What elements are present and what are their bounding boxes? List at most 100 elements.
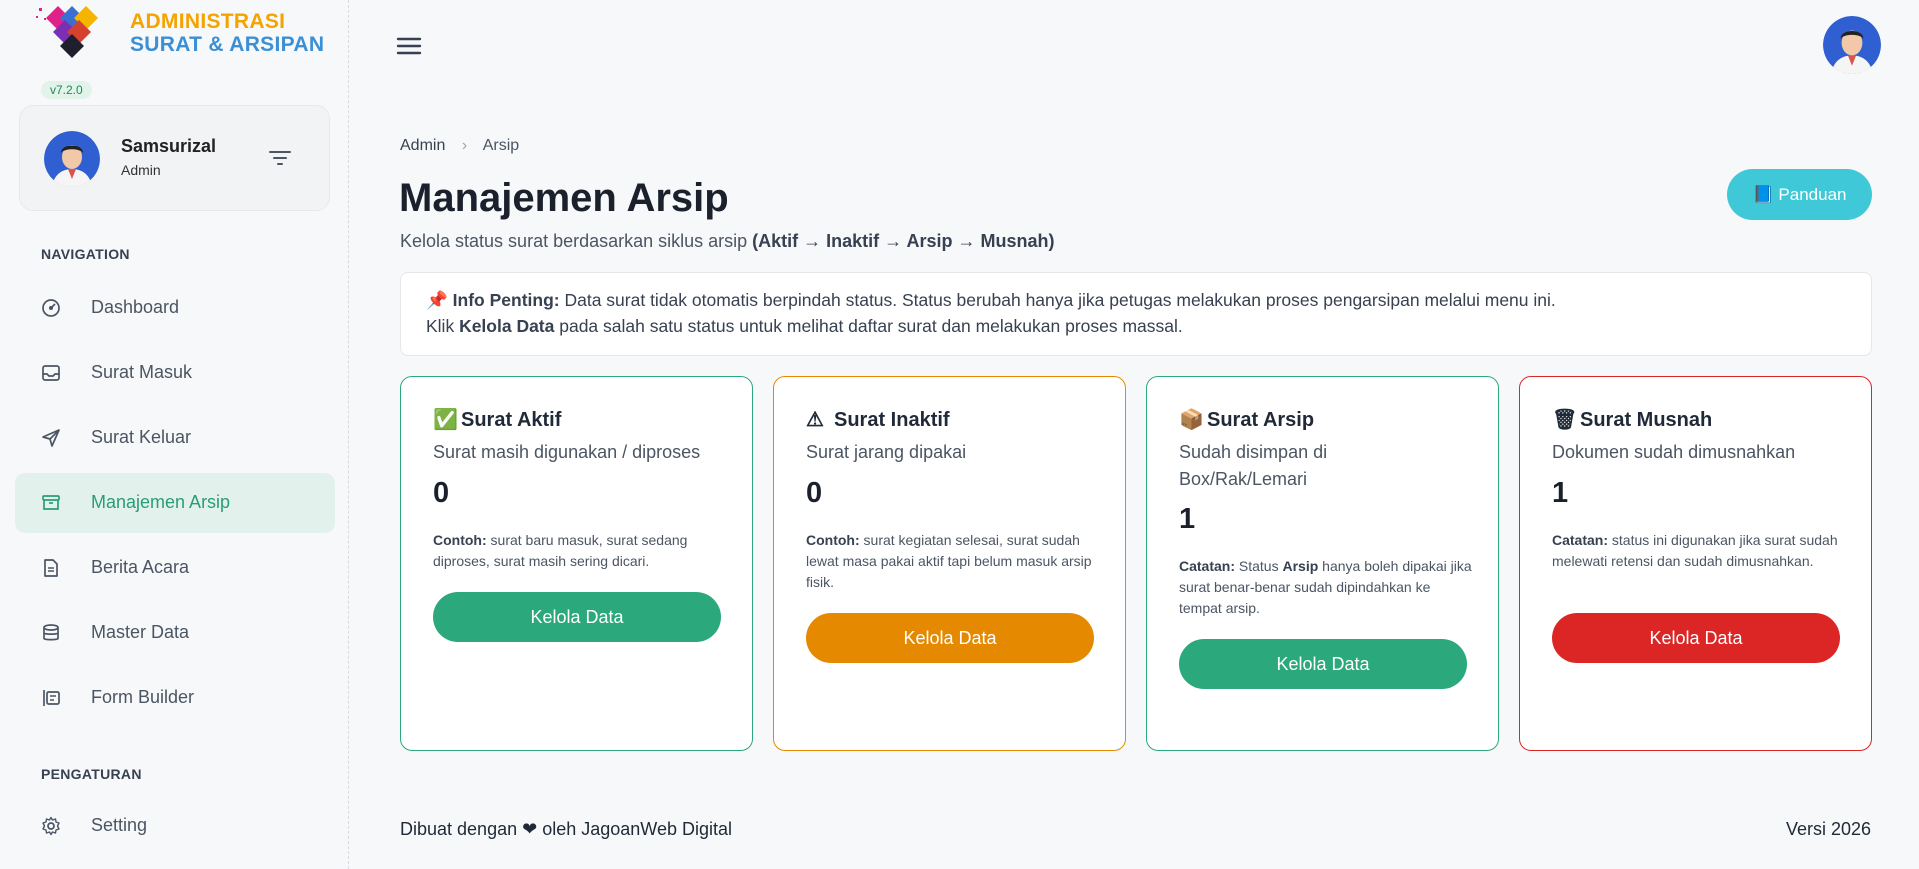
database-icon bbox=[43, 624, 59, 641]
page-title: Manajemen Arsip bbox=[399, 176, 729, 220]
info-line2-bold: Kelola Data bbox=[459, 316, 555, 336]
info-line-1: 📌 Info Penting: Data surat tidak otomati… bbox=[426, 287, 1846, 313]
filter-icon[interactable] bbox=[268, 148, 292, 168]
card-title: ✅ Surat Aktif bbox=[433, 407, 561, 432]
card-count: 0 bbox=[433, 477, 450, 509]
send-icon bbox=[42, 429, 60, 447]
footer-credit: Dibuat dengan ❤ oleh JagoanWeb Digital bbox=[400, 819, 732, 840]
card-count: 1 bbox=[1552, 477, 1569, 509]
note-label: Catatan: bbox=[1179, 558, 1236, 574]
sidebar-item-label: Surat Masuk bbox=[91, 362, 193, 382]
sidebar-item-surat-masuk[interactable]: Surat Masuk bbox=[15, 343, 335, 403]
card-title-text: Surat Inaktif bbox=[834, 409, 950, 431]
form-icon bbox=[43, 690, 60, 706]
avatar[interactable] bbox=[44, 131, 100, 187]
sidebar-item-label: Form Builder bbox=[91, 687, 195, 707]
sidebar-item-form-builder[interactable]: Form Builder bbox=[15, 668, 335, 728]
sidebar-item-label: Setting bbox=[91, 815, 148, 835]
box-icon: 📦 bbox=[1179, 409, 1204, 431]
menu-toggle-icon[interactable] bbox=[396, 35, 422, 57]
sidebar-item-setting[interactable]: Setting bbox=[15, 796, 335, 856]
nav-heading: NAVIGATION bbox=[41, 246, 130, 262]
sidebar: ADMINISTRASI SURAT & ARSIPAN v7.2.0 Sams… bbox=[0, 0, 349, 869]
info-label: Info Penting: bbox=[452, 290, 560, 310]
note-text-pre: Status bbox=[1235, 558, 1283, 574]
heart-icon: ❤ bbox=[522, 819, 538, 839]
gear-icon bbox=[42, 816, 60, 836]
header-avatar[interactable] bbox=[1823, 16, 1881, 74]
card-description: Sudah disimpan di Box/Rak/Lemari bbox=[1179, 442, 1328, 489]
user-profile-card: Samsurizal Admin bbox=[19, 105, 330, 211]
logo-line-1: ADMINISTRASI bbox=[130, 10, 286, 33]
logo-line-2: SURAT & ARSIPAN bbox=[130, 33, 325, 56]
main-content: Admin › Arsip Manajemen Arsip Kelola sta… bbox=[349, 0, 1919, 869]
breadcrumb: Admin › Arsip bbox=[400, 137, 519, 155]
gauge-icon bbox=[42, 299, 60, 317]
user-avatar-icon bbox=[1823, 16, 1881, 74]
sidebar-item-label: Manajemen Arsip bbox=[91, 492, 231, 512]
info-line2-prefix: Klik bbox=[426, 316, 460, 336]
footer-prefix: Dibuat dengan bbox=[400, 819, 523, 839]
page-subtitle: Kelola status surat berdasarkan siklus a… bbox=[400, 231, 1055, 252]
card-title-text: Surat Arsip bbox=[1207, 409, 1315, 431]
card-surat-arsip: 📦 Surat Arsip Sudah disimpan di Box/Rak/L… bbox=[1146, 376, 1499, 751]
breadcrumb-current: Arsip bbox=[482, 137, 520, 154]
card-note: Contoh: surat baru masuk, surat sedang d… bbox=[433, 530, 728, 572]
card-surat-aktif: ✅ Surat Aktif Surat masih digunakan / dip… bbox=[400, 376, 753, 751]
kelola-data-button[interactable]: Kelola Data bbox=[1179, 639, 1467, 689]
settings-heading: PENGATURAN bbox=[41, 766, 142, 782]
card-title: ⚠ Surat Inaktif bbox=[806, 407, 950, 432]
breadcrumb-root[interactable]: Admin bbox=[400, 137, 445, 154]
footer-suffix: oleh JagoanWeb Digital bbox=[537, 819, 732, 839]
inbox-icon bbox=[42, 365, 60, 381]
info-line-2: Klik Kelola Data pada salah satu status … bbox=[426, 313, 1846, 339]
sidebar-item-label: Berita Acara bbox=[91, 557, 190, 577]
check-icon: ✅ bbox=[433, 409, 458, 431]
card-surat-musnah: 🗑 Surat Musnah Dokumen sudah dimusnahkan … bbox=[1519, 376, 1872, 751]
info-box: 📌 Info Penting: Data surat tidak otomati… bbox=[400, 272, 1872, 356]
note-text-bold: Arsip bbox=[1282, 558, 1319, 574]
note-label: Catatan: bbox=[1552, 532, 1609, 548]
info-line2-suffix: pada salah satu status untuk melihat daf… bbox=[554, 316, 1183, 336]
card-note: Catatan: Status Arsip hanya boleh dipaka… bbox=[1179, 556, 1474, 619]
sidebar-item-berita-acara[interactable]: Berita Acara bbox=[15, 538, 335, 598]
app-logo[interactable]: ADMINISTRASI SURAT & ARSIPAN bbox=[36, 4, 336, 64]
subtitle-text: Kelola status surat berdasarkan siklus a… bbox=[400, 231, 753, 251]
card-description: Dokumen sudah dimusnahkan bbox=[1552, 442, 1796, 462]
trash-icon: 🗑 bbox=[1552, 409, 1578, 431]
card-count: 0 bbox=[806, 477, 823, 509]
user-role: Admin bbox=[121, 162, 161, 178]
card-note: Catatan: status ini digunakan jika surat… bbox=[1552, 530, 1847, 572]
sidebar-item-label: Surat Keluar bbox=[91, 427, 192, 447]
card-title: 📦 Surat Arsip bbox=[1179, 407, 1314, 432]
card-title-text: Surat Musnah bbox=[1580, 409, 1713, 431]
sidebar-item-master-data[interactable]: Master Data bbox=[15, 603, 335, 663]
kelola-data-button[interactable]: Kelola Data bbox=[433, 592, 721, 642]
card-title-text: Surat Aktif bbox=[461, 409, 562, 431]
sidebar-item-dashboard[interactable]: Dashboard bbox=[15, 278, 335, 338]
archive-icon bbox=[42, 495, 60, 510]
card-description: Surat jarang dipakai bbox=[806, 442, 967, 462]
kelola-data-button[interactable]: Kelola Data bbox=[806, 613, 1094, 663]
warning-icon: ⚠ bbox=[806, 409, 824, 431]
footer-version: Versi 2026 bbox=[1785, 819, 1871, 839]
card-description: Surat masih digunakan / diproses bbox=[433, 442, 701, 462]
sidebar-item-surat-keluar[interactable]: Surat Keluar bbox=[15, 408, 335, 468]
subtitle-cycle: (Aktif → Inaktif → Arsip → Musnah) bbox=[752, 231, 1055, 251]
chevron-right-icon: › bbox=[461, 137, 468, 154]
logo-mark-icon bbox=[36, 6, 98, 58]
sidebar-item-label: Master Data bbox=[91, 622, 190, 642]
note-label: Contoh: bbox=[806, 532, 860, 548]
card-surat-inaktif: ⚠ Surat Inaktif Surat jarang dipakai 0 Co… bbox=[773, 376, 1126, 751]
sidebar-item-label: Dashboard bbox=[91, 297, 180, 317]
sidebar-item-manajemen-arsip[interactable]: Manajemen Arsip bbox=[15, 473, 335, 533]
document-icon bbox=[44, 559, 58, 577]
info-text: Data surat tidak otomatis berpindah stat… bbox=[559, 290, 1556, 310]
kelola-data-button[interactable]: Kelola Data bbox=[1552, 613, 1840, 663]
user-avatar-icon bbox=[44, 131, 100, 187]
card-title: 🗑 Surat Musnah bbox=[1552, 407, 1712, 432]
card-count: 1 bbox=[1179, 503, 1196, 535]
card-note: Contoh: surat kegiatan selesai, surat su… bbox=[806, 530, 1101, 593]
note-label: Contoh: bbox=[433, 532, 487, 548]
guide-button[interactable]: 📘 Panduan bbox=[1727, 169, 1872, 220]
